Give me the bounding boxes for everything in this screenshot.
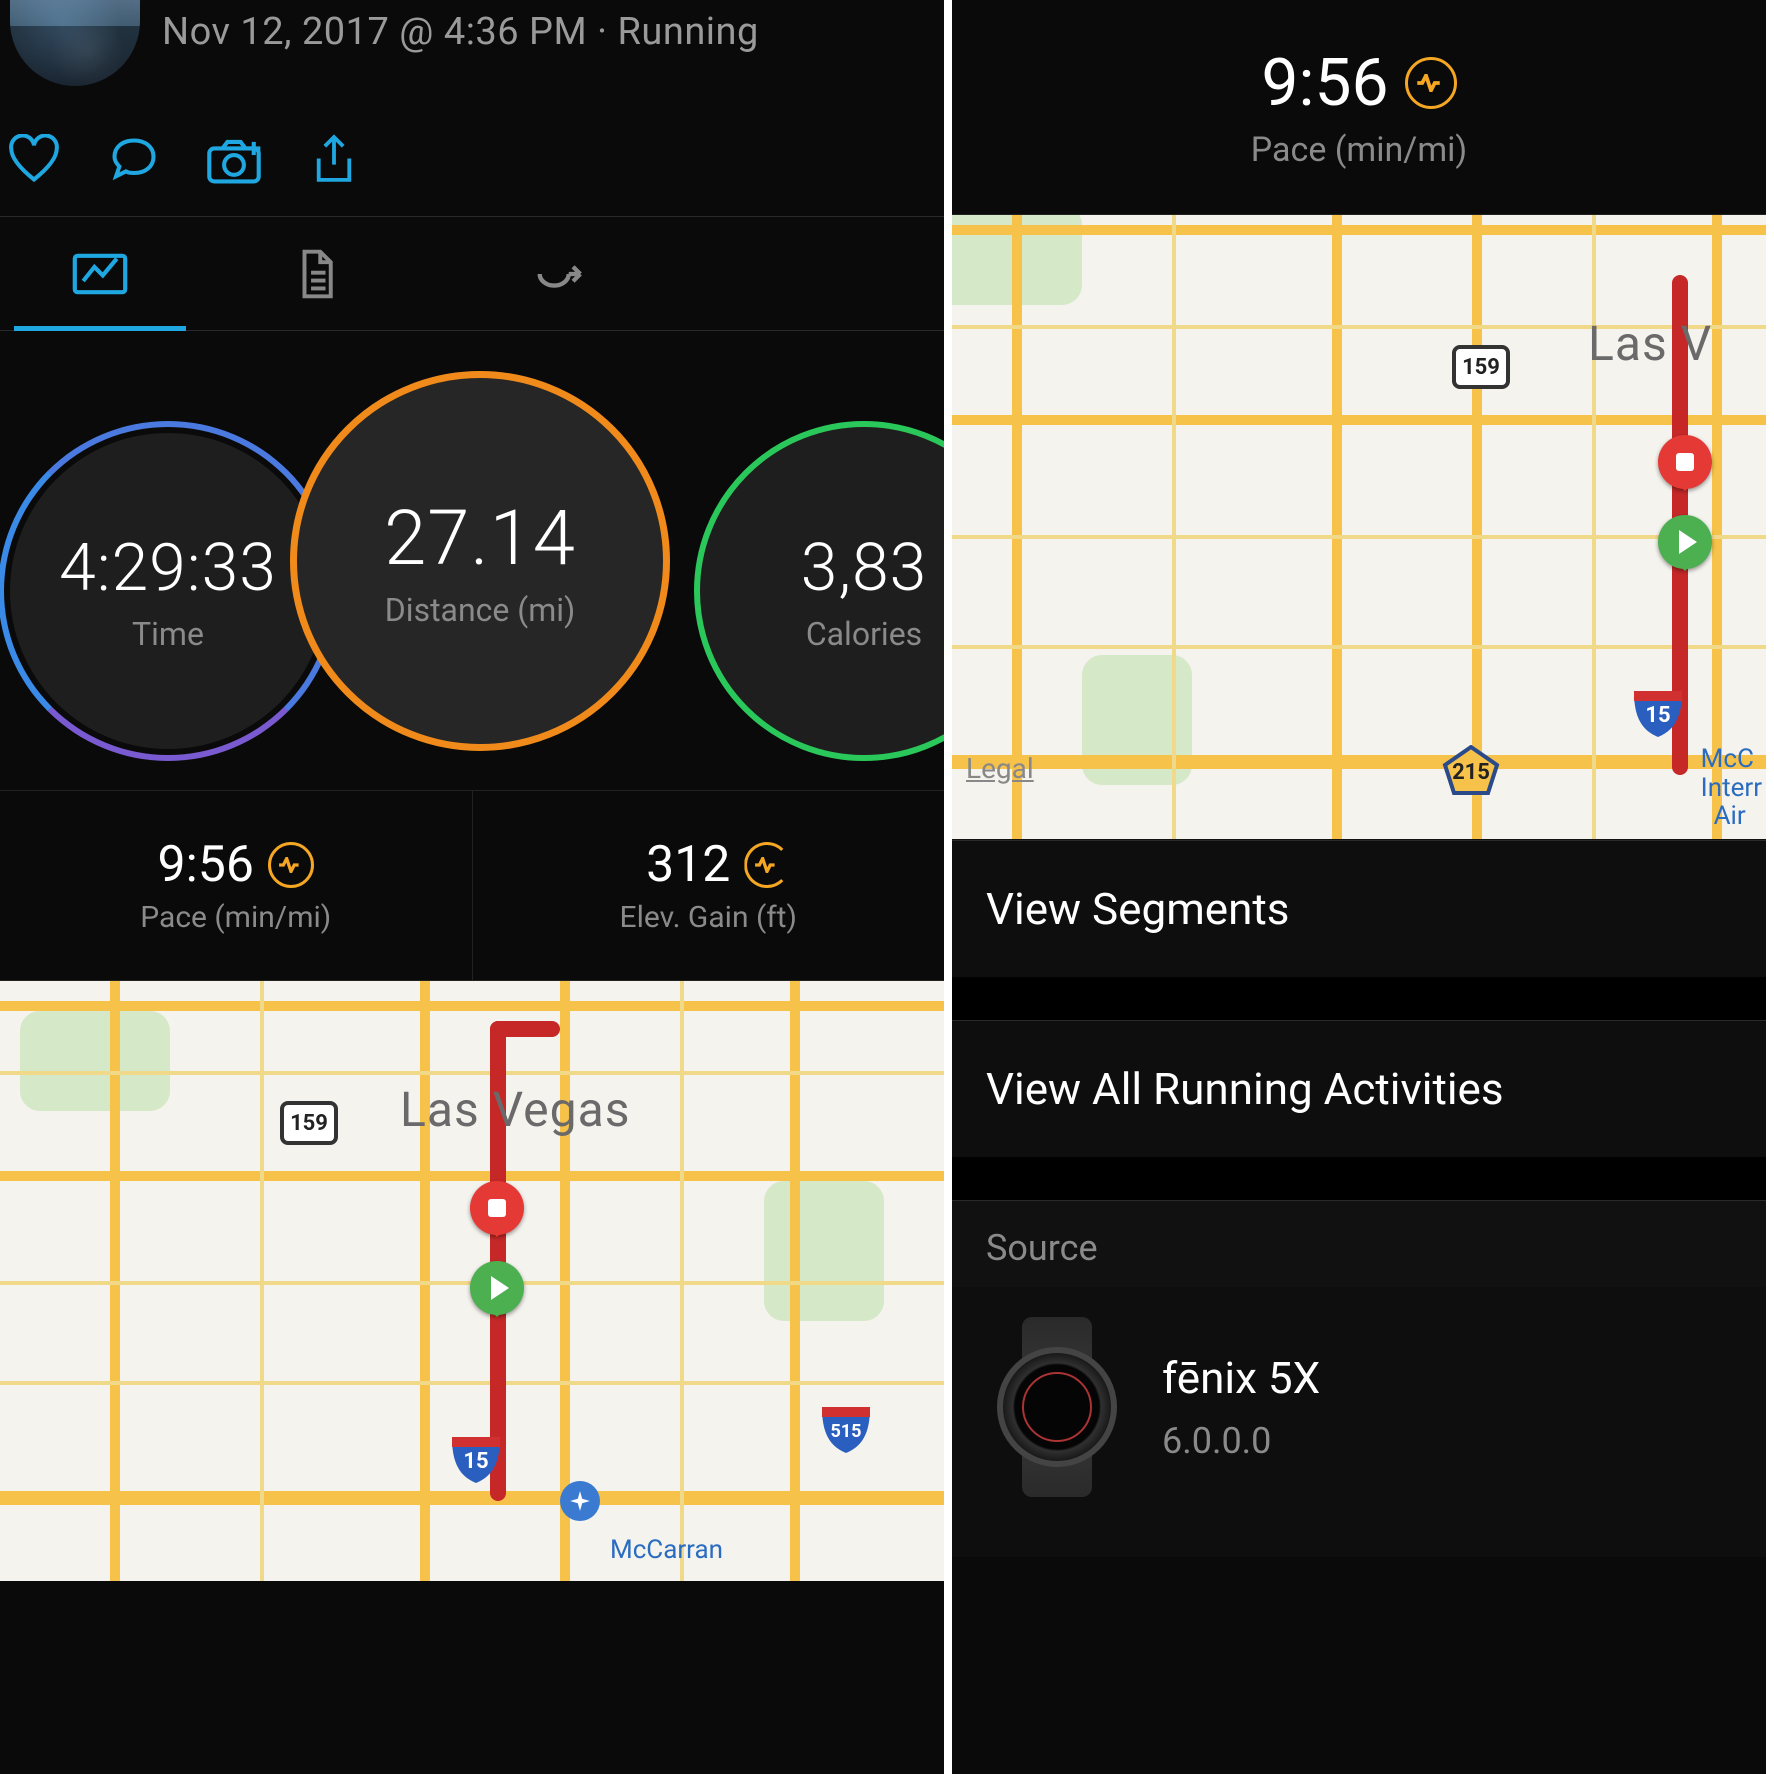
ring-distance[interactable]: 27.14 Distance (mi) <box>290 371 670 751</box>
device-name: fēnix 5X <box>1162 1352 1320 1404</box>
route-159-shield: 159 <box>280 1101 338 1145</box>
route-start-pin <box>1658 515 1712 569</box>
route-end-pin <box>470 1181 524 1235</box>
pace-value: 9:56 <box>1261 45 1388 122</box>
pace-value: 9:56 <box>158 836 254 894</box>
map-poi-mccarran: McCarran <box>610 1536 723 1565</box>
activity-subtitle: Nov 12, 2017 @ 4:36 PM · Running <box>140 0 759 54</box>
comment-icon[interactable] <box>106 132 162 188</box>
pulse-icon <box>744 842 790 888</box>
metric-rings: 4:29:33 Time 3,83 Calories 27.14 Distanc… <box>0 331 944 791</box>
list-separator <box>952 978 1766 1020</box>
map-city-label: Las Vegas <box>400 1081 630 1138</box>
time-label: Time <box>132 615 204 653</box>
route-159-shield: 159 <box>1452 345 1510 389</box>
activity-detail-screen-b: 9:56 Pace (min/mi) Las V 159 15 215 <box>952 0 1766 1774</box>
i515-shield: 515 <box>820 1401 872 1455</box>
action-bar <box>0 86 944 216</box>
ring-calories[interactable]: 3,83 Calories <box>694 421 944 761</box>
camera-icon[interactable] <box>206 132 262 188</box>
source-device-row[interactable]: fēnix 5X 6.0.0.0 <box>952 1287 1766 1557</box>
map-city-label: Las V <box>1588 315 1712 372</box>
pace-label: Pace (min/mi) <box>140 900 331 935</box>
stat-elev[interactable]: 312 Elev. Gain (ft) <box>473 791 945 980</box>
tab-bar <box>0 216 944 331</box>
view-segments-button[interactable]: View Segments <box>952 840 1766 978</box>
elev-label: Elev. Gain (ft) <box>620 900 797 935</box>
share-icon[interactable] <box>306 132 362 188</box>
pace-summary[interactable]: 9:56 Pace (min/mi) <box>952 0 1766 215</box>
avatar[interactable] <box>10 0 140 86</box>
view-all-activities-button[interactable]: View All Running Activities <box>952 1020 1766 1158</box>
tab-stats[interactable] <box>200 217 430 330</box>
source-section-header: Source <box>952 1200 1766 1287</box>
route-map[interactable]: Las V 159 15 215 Legal McCInterr Air <box>952 215 1766 840</box>
watch-icon <box>982 1317 1132 1497</box>
route-map[interactable]: Las Vegas 159 15 515 McCarran <box>0 981 944 1581</box>
activity-header: Nov 12, 2017 @ 4:36 PM · Running <box>0 0 944 86</box>
list-separator <box>952 1158 1766 1200</box>
route-start-pin <box>470 1261 524 1315</box>
distance-value: 27.14 <box>384 493 576 583</box>
time-value: 4:29:33 <box>59 530 277 607</box>
activity-detail-screen: Nov 12, 2017 @ 4:36 PM · Running 4:29:33… <box>0 0 952 1774</box>
pulse-icon <box>1405 57 1457 109</box>
device-version: 6.0.0.0 <box>1162 1420 1320 1462</box>
stat-pace[interactable]: 9:56 Pace (min/mi) <box>0 791 473 980</box>
map-poi-mccarran: McCInterr Air <box>1701 745 1762 831</box>
calories-value: 3,83 <box>801 530 928 607</box>
view-all-activities-label: View All Running Activities <box>986 1063 1504 1115</box>
calories-label: Calories <box>806 615 922 653</box>
map-legal-link[interactable]: Legal <box>966 752 1034 785</box>
elev-value: 312 <box>646 836 730 894</box>
like-icon[interactable] <box>6 132 62 188</box>
route-215-shield: 215 <box>1442 745 1500 795</box>
pace-label: Pace (min/mi) <box>1251 130 1467 170</box>
pulse-icon <box>268 842 314 888</box>
stat-row: 9:56 Pace (min/mi) 312 Elev. Gain (ft) <box>0 791 944 981</box>
tab-laps[interactable] <box>430 217 690 330</box>
airport-icon <box>560 1481 600 1521</box>
route-end-pin <box>1658 435 1712 489</box>
i15-shield: 15 <box>1632 685 1684 739</box>
distance-label: Distance (mi) <box>385 591 575 629</box>
ring-time[interactable]: 4:29:33 Time <box>0 421 338 761</box>
i15-shield: 15 <box>450 1431 502 1485</box>
view-segments-label: View Segments <box>986 883 1290 935</box>
tab-overview[interactable] <box>0 217 200 330</box>
